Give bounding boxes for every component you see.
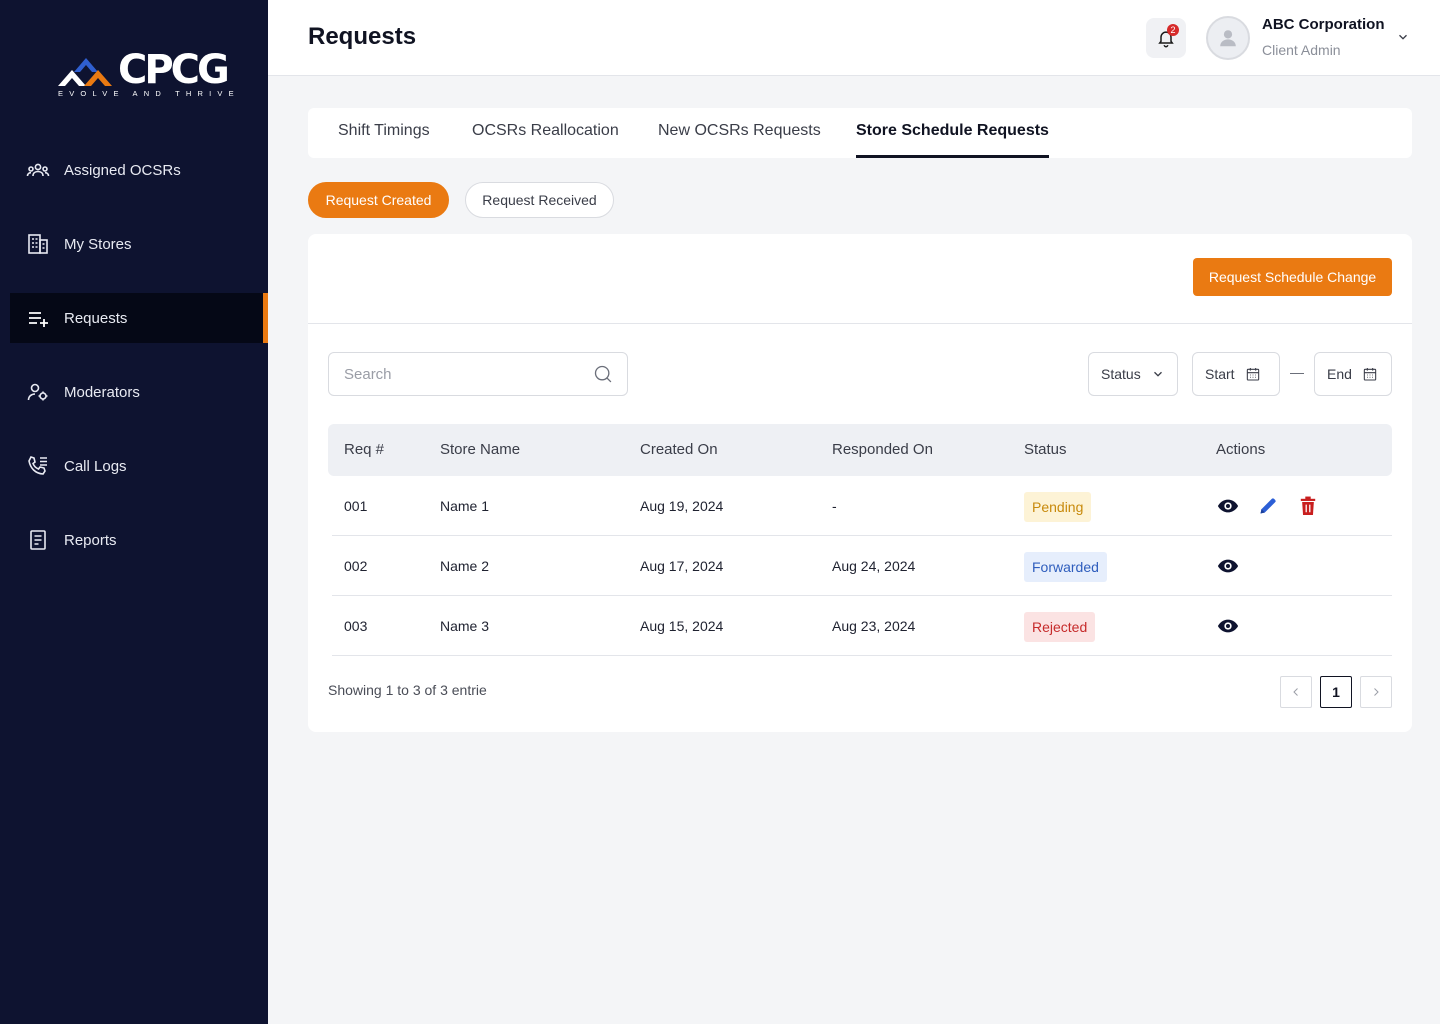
- logo-wordmark: CPCG: [118, 47, 230, 93]
- brand-logo[interactable]: CPCG EVOLVE AND THRIVE: [56, 48, 234, 102]
- view-icon[interactable]: [1216, 615, 1240, 637]
- store-name: Name 2: [440, 558, 490, 574]
- logo-mark-icon: [58, 58, 112, 86]
- responded-on: Aug 23, 2024: [832, 618, 916, 634]
- store-name: Name 3: [440, 618, 490, 634]
- delete-icon[interactable]: [1296, 495, 1320, 517]
- chevron-down-icon[interactable]: [1396, 30, 1410, 44]
- notifications-button[interactable]: 2: [1146, 18, 1186, 58]
- table-row: 002 Name 2 Aug 17, 2024 Aug 24, 2024 For…: [332, 536, 1392, 596]
- page-number-button[interactable]: 1: [1320, 676, 1352, 708]
- req-number: 001: [344, 498, 368, 514]
- created-on: Aug 19, 2024: [640, 498, 724, 514]
- date-range-separator: [1290, 373, 1304, 374]
- request-received-pill[interactable]: Request Received: [465, 182, 614, 218]
- sidebar-item-assigned-ocsrs[interactable]: Assigned OCSRs: [0, 145, 268, 195]
- column-header-status[interactable]: Status: [1024, 424, 1067, 476]
- column-header-responded-on[interactable]: Responded On: [832, 424, 933, 476]
- status-badge: Pending: [1024, 492, 1092, 522]
- page-title: Requests: [308, 23, 417, 50]
- status-badge: Rejected: [1024, 612, 1096, 642]
- top-bar: Requests 2 ABC Corporation Client Admin: [268, 0, 1440, 76]
- chevron-left-icon: [1293, 688, 1298, 696]
- column-header-actions: Actions: [1216, 441, 1266, 458]
- logo-tagline: EVOLVE AND THRIVE: [58, 89, 240, 98]
- column-header-created-on[interactable]: Created On: [640, 424, 718, 476]
- sidebar-item-label: Reports: [64, 531, 117, 549]
- sidebar-nav: Assigned OCSRs My Stores Requests Modera…: [0, 145, 268, 589]
- created-on: Aug 15, 2024: [640, 618, 724, 634]
- responded-on: Aug 24, 2024: [832, 558, 916, 574]
- store-name: Name 1: [440, 498, 490, 514]
- previous-page-button[interactable]: [1280, 676, 1312, 708]
- start-date-filter[interactable]: Start: [1192, 352, 1280, 396]
- req-number: 003: [344, 618, 368, 634]
- sidebar-item-label: My Stores: [64, 235, 132, 253]
- user-icon: [1220, 30, 1236, 47]
- request-tabs: Shift Timings OCSRs Reallocation New OCS…: [308, 108, 1412, 158]
- search-box: [328, 352, 628, 396]
- column-header-store-name[interactable]: Store Name: [440, 424, 520, 476]
- chevron-right-icon: [1374, 688, 1379, 696]
- table-row: 001 Name 1 Aug 19, 2024 - Pending: [332, 476, 1392, 536]
- sidebar-item-my-stores[interactable]: My Stores: [0, 219, 268, 269]
- table-header: Req # Store Name Created On Responded On…: [328, 424, 1392, 476]
- user-name[interactable]: ABC Corporation: [1262, 16, 1385, 33]
- users-icon: [26, 158, 50, 182]
- calendar-icon: [1246, 368, 1259, 381]
- user-role: Client Admin: [1262, 42, 1341, 58]
- search-icon[interactable]: [593, 364, 613, 384]
- status-filter-label: Status: [1101, 366, 1141, 382]
- tab-store-schedule-requests[interactable]: Store Schedule Requests: [856, 108, 1049, 158]
- status-filter[interactable]: Status: [1088, 352, 1178, 396]
- pagination-summary: Showing 1 to 3 of 3 entrie: [328, 682, 487, 698]
- start-date-label: Start: [1205, 366, 1235, 382]
- edit-icon[interactable]: [1256, 495, 1280, 517]
- created-on: Aug 17, 2024: [640, 558, 724, 574]
- sidebar-item-label: Call Logs: [64, 457, 127, 475]
- sidebar-item-moderators[interactable]: Moderators: [0, 367, 268, 417]
- chevron-down-icon: [1153, 371, 1162, 377]
- moderators-icon: [26, 380, 50, 404]
- avatar[interactable]: [1206, 16, 1250, 60]
- table-row: 003 Name 3 Aug 15, 2024 Aug 23, 2024 Rej…: [332, 596, 1392, 656]
- sidebar-item-reports[interactable]: Reports: [0, 515, 268, 565]
- responded-on: -: [832, 498, 837, 514]
- stores-icon: [26, 232, 50, 256]
- tab-ocsrs-reallocation[interactable]: OCSRs Reallocation: [472, 108, 619, 158]
- request-created-pill[interactable]: Request Created: [308, 182, 449, 218]
- notification-count-badge: 2: [1167, 24, 1179, 36]
- sidebar-item-label: Moderators: [64, 383, 140, 401]
- sidebar-item-label: Requests: [64, 309, 128, 327]
- end-date-filter[interactable]: End: [1314, 352, 1392, 396]
- sidebar-item-call-logs[interactable]: Call Logs: [0, 441, 268, 491]
- end-date-label: End: [1327, 366, 1352, 382]
- search-input[interactable]: [344, 353, 584, 395]
- requests-icon: [26, 306, 50, 330]
- req-number: 002: [344, 558, 368, 574]
- divider: [308, 323, 1412, 324]
- call-logs-icon: [26, 454, 50, 478]
- column-header-req[interactable]: Req #: [344, 424, 384, 476]
- next-page-button[interactable]: [1360, 676, 1392, 708]
- request-schedule-change-button[interactable]: Request Schedule Change: [1193, 258, 1392, 296]
- reports-icon: [26, 528, 50, 552]
- status-badge: Forwarded: [1024, 552, 1107, 582]
- tab-new-ocsrs-requests[interactable]: New OCSRs Requests: [658, 108, 821, 158]
- sidebar-item-requests[interactable]: Requests: [10, 293, 268, 343]
- tab-shift-timings[interactable]: Shift Timings: [338, 108, 430, 158]
- calendar-icon: [1363, 368, 1377, 381]
- requests-card: Request Schedule Change Status Start End…: [308, 234, 1412, 732]
- view-icon[interactable]: [1216, 495, 1240, 517]
- view-icon[interactable]: [1216, 555, 1240, 577]
- sidebar: CPCG EVOLVE AND THRIVE Assigned OCSRs My…: [0, 0, 268, 1024]
- sidebar-item-label: Assigned OCSRs: [64, 161, 181, 179]
